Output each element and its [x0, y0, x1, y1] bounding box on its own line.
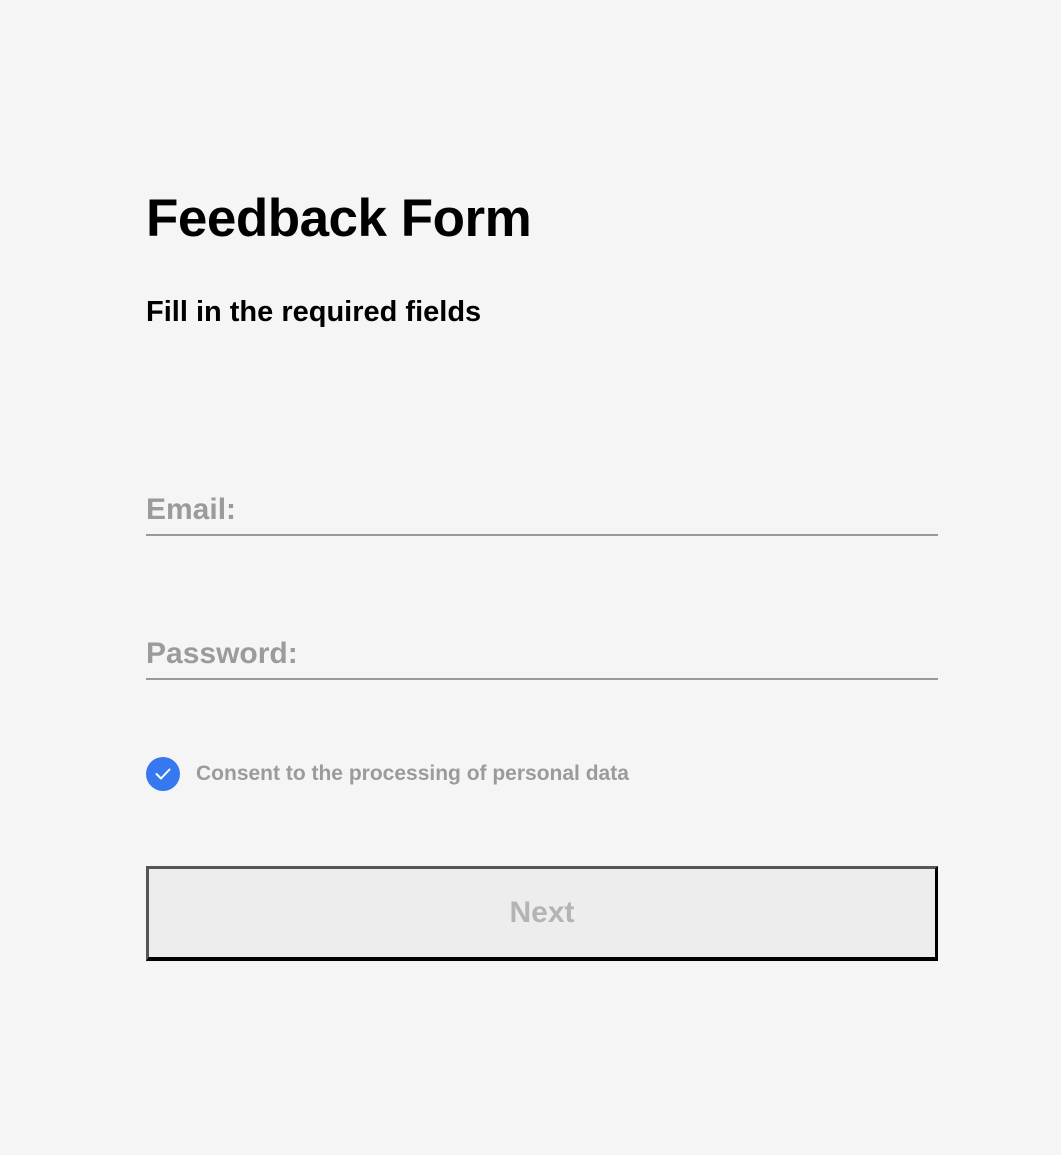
consent-checkbox-row[interactable]: Consent to the processing of personal da… [146, 757, 629, 791]
page-title: Feedback Form [146, 189, 532, 248]
email-field-wrapper [146, 486, 938, 536]
password-field-wrapper [146, 630, 938, 680]
consent-checkbox[interactable] [146, 757, 180, 791]
consent-label: Consent to the processing of personal da… [196, 762, 629, 785]
form-subtitle: Fill in the required fields [146, 296, 482, 328]
email-field[interactable] [146, 486, 938, 534]
next-button[interactable]: Next [146, 866, 938, 961]
checkmark-icon [155, 768, 171, 780]
password-field[interactable] [146, 630, 938, 678]
